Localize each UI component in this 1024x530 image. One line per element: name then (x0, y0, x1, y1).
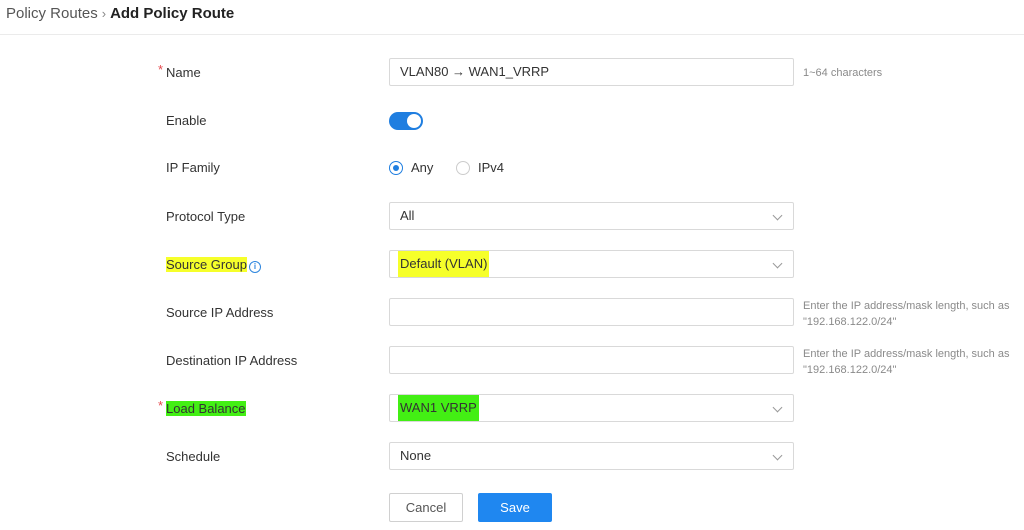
load-balance-select[interactable]: WAN1 VRRP (389, 394, 794, 422)
page-title: Add Policy Route (110, 5, 235, 22)
form-row-ip-family: IP Family Any IPv4 (0, 153, 1024, 183)
chevron-down-icon (772, 402, 783, 413)
source-group-select[interactable]: Default (VLAN) (389, 250, 794, 278)
load-balance-label-wrap: Load Balance (166, 394, 246, 424)
destination-ip-hint-line2: "192.168.122.0/24" (803, 364, 897, 376)
source-group-label-wrap: Source Group i (166, 250, 261, 280)
schedule-value: None (400, 448, 432, 463)
destination-ip-input[interactable] (389, 346, 794, 374)
schedule-label: Schedule (166, 449, 221, 464)
form-row-source-group: Source Group i Default (VLAN) (0, 250, 1024, 280)
chevron-down-icon (772, 450, 783, 461)
page-header: Policy Routes › Add Policy Route (0, 0, 1024, 35)
source-group-label: Source Group (166, 257, 247, 272)
protocol-type-value: All (400, 208, 415, 223)
source-ip-hint-line2: "192.168.122.0/24" (803, 316, 897, 328)
ip-family-any-label[interactable]: Any (411, 153, 433, 183)
source-ip-label: Source IP Address (166, 305, 274, 320)
breadcrumb-policy-routes-link[interactable]: Policy Routes (6, 5, 98, 22)
ip-family-label: IP Family (166, 160, 220, 175)
name-input-value: VLAN80 → WAN1_VRRP (400, 64, 550, 79)
enable-label: Enable (166, 113, 207, 128)
form-row-protocol-type: Protocol Type All (0, 202, 1024, 232)
breadcrumb: Policy Routes › Add Policy Route (6, 5, 234, 23)
enable-toggle[interactable] (389, 112, 423, 130)
save-button[interactable]: Save (478, 493, 552, 522)
form-row-load-balance: * Load Balance WAN1 VRRP (0, 394, 1024, 424)
load-balance-value: WAN1 VRRP (398, 395, 479, 421)
toggle-knob (407, 114, 421, 128)
source-group-value: Default (VLAN) (398, 251, 490, 277)
source-ip-hint-line1: Enter the IP address/mask length, such a… (803, 300, 1010, 312)
required-mark: * (158, 398, 164, 413)
schedule-select[interactable]: None (389, 442, 794, 470)
protocol-type-select[interactable]: All (389, 202, 794, 230)
name-label: Name (166, 65, 201, 80)
form-row-schedule: Schedule None (0, 442, 1024, 472)
form-row-destination-ip: Destination IP Address Enter the IP addr… (0, 346, 1024, 376)
ip-family-any-radio[interactable] (389, 161, 403, 175)
required-mark: * (158, 62, 164, 77)
destination-ip-hint-line1: Enter the IP address/mask length, such a… (803, 348, 1010, 360)
form-row-name: * Name VLAN80 → WAN1_VRRP 1~64 character… (0, 58, 1024, 88)
form-row-source-ip: Source IP Address Enter the IP address/m… (0, 298, 1024, 328)
protocol-type-label: Protocol Type (166, 209, 246, 224)
breadcrumb-separator: › (101, 6, 107, 21)
source-ip-input[interactable] (389, 298, 794, 326)
chevron-down-icon (772, 210, 783, 221)
info-circle-icon[interactable]: i (248, 261, 261, 273)
form-row-enable: Enable (0, 106, 1024, 136)
load-balance-label: Load Balance (166, 401, 246, 416)
chevron-down-icon (772, 258, 783, 269)
destination-ip-label: Destination IP Address (166, 353, 298, 368)
cancel-button[interactable]: Cancel (389, 493, 463, 522)
ip-family-ipv4-radio[interactable] (456, 161, 470, 175)
name-input[interactable]: VLAN80 → WAN1_VRRP (389, 58, 794, 86)
name-hint: 1~64 characters (803, 67, 883, 79)
ip-family-ipv4-label[interactable]: IPv4 (478, 153, 504, 183)
